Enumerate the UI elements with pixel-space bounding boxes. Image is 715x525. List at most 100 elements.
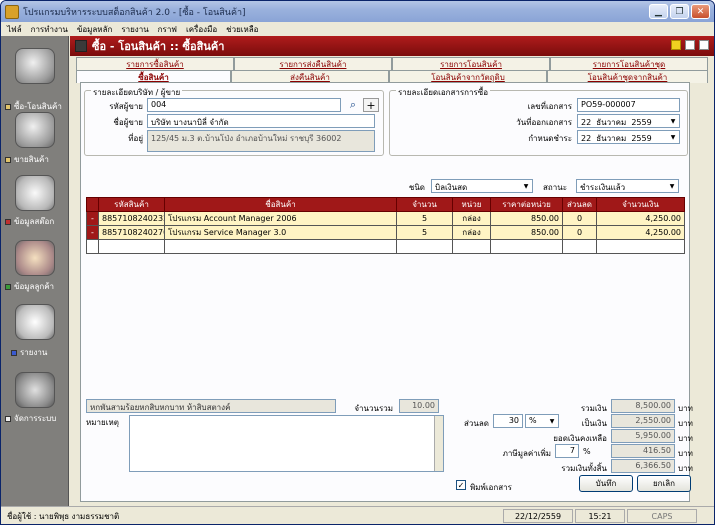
chevron-down-icon[interactable]: ▼ — [520, 180, 532, 192]
cell-amount[interactable]: 4,250.00 — [596, 225, 685, 240]
cell-price[interactable]: 850.00 — [490, 211, 563, 226]
note-label: หมายเหตุ — [86, 418, 119, 427]
print-document-checkbox[interactable]: ✓ — [456, 480, 466, 490]
app-icon — [5, 4, 19, 19]
supplier-code-label: รหัสผู้ขาย — [109, 102, 143, 111]
discount-unit-select[interactable]: % ▼ — [525, 414, 559, 428]
header-amount[interactable]: จำนวนเงิน — [596, 197, 685, 212]
header-code[interactable]: รหัสสินค้า — [98, 197, 165, 212]
table-header-row: รหัสสินค้า ชื่อสินค้า จำนวน หน่วย ราคาต่… — [86, 197, 685, 212]
search-icon[interactable]: ⌕ — [345, 98, 361, 112]
status-time: 15:21 — [575, 509, 625, 523]
menu-graph[interactable]: กราฟ — [158, 23, 177, 36]
cell-qty[interactable]: 5 — [396, 211, 453, 226]
close-button[interactable]: ✕ — [691, 4, 710, 19]
cell-empty[interactable] — [98, 239, 165, 254]
cell-unit[interactable]: กล่อง — [452, 225, 491, 240]
tab-transfer-list[interactable]: รายการโอนสินค้า — [392, 57, 550, 70]
table-row[interactable]: - 8857108240232 โปรแกรม Account Manager … — [86, 211, 685, 226]
header-name[interactable]: ชื่อสินค้า — [164, 197, 397, 212]
menu-file[interactable]: ไฟล์ — [7, 23, 22, 36]
cell-empty[interactable] — [396, 239, 453, 254]
menu-master-data[interactable]: ข้อมูลหลัก — [77, 23, 112, 36]
tab-purchase-list[interactable]: รายการซื้อสินค้า — [76, 57, 234, 70]
new-row[interactable]: + — [86, 239, 685, 254]
cell-empty[interactable] — [452, 239, 491, 254]
sidebar-label: ข้อมูลสต๊อก — [14, 217, 55, 226]
amount-in-words: หกพันสามร้อยหกสิบหกบาท ห้าสิบสตางค์ — [86, 399, 336, 413]
vat-label: ภาษีมูลค่าเพิ่ม — [502, 449, 551, 458]
vat-input[interactable]: 7 — [555, 444, 579, 458]
qty-total-field: 10.00 — [399, 399, 439, 413]
note-textarea[interactable] — [129, 415, 444, 472]
menu-help[interactable]: ช่วยเหลือ — [226, 23, 258, 36]
window-title: โปรแกรมบริหารระบบสต็อกสินค้า 2.0 - [ซื้อ… — [23, 7, 246, 18]
tab-set-transfer-list[interactable]: รายการโอนสินค้าชุด — [550, 57, 708, 70]
type-select[interactable]: บิลเงินสด ▼ — [431, 179, 533, 193]
status-select[interactable]: ชำระเงินแล้ว ▼ — [576, 179, 679, 193]
doc-no-input[interactable]: PO59-000007 — [577, 98, 680, 112]
app-window: โปรแกรมบริหารระบบสต็อกสินค้า 2.0 - [ซื้อ… — [0, 0, 715, 525]
sidebar-label: ข้อมูลลูกค้า — [14, 282, 55, 291]
menu-report[interactable]: รายงาน — [121, 23, 148, 36]
chevron-down-icon[interactable]: ▼ — [546, 415, 558, 427]
cell-price[interactable]: 850.00 — [490, 225, 563, 240]
cell-code[interactable]: 8857108240232 — [98, 211, 165, 226]
doc-date-label: วันที่ออกเอกสาร — [516, 118, 572, 127]
gears-icon — [15, 372, 55, 408]
items-table: รหัสสินค้า ชื่อสินค้า จำนวน หน่วย ราคาต่… — [86, 197, 685, 254]
menu-tools[interactable]: เครื่องมือ — [186, 23, 217, 36]
vat-percent-label: % — [583, 447, 591, 456]
add-row-button[interactable]: + — [86, 239, 99, 254]
add-supplier-button[interactable]: + — [363, 98, 379, 112]
customer-icon — [15, 240, 55, 276]
cell-name[interactable]: โปรแกรม Service Manager 3.0 — [164, 225, 397, 240]
form-header: ซื้อ - โอนสินค้า :: ซื้อสินค้า — [70, 36, 714, 56]
cell-qty[interactable]: 5 — [396, 225, 453, 240]
doc-date-picker[interactable]: 22 ธันวาคม 2559 ▼ — [577, 114, 680, 128]
menu-operation[interactable]: การทำงาน — [31, 23, 68, 36]
minimize-button[interactable]: ▁ — [649, 4, 668, 19]
note-icon[interactable] — [671, 40, 681, 50]
cell-name[interactable]: โปรแกรม Account Manager 2006 — [164, 211, 397, 226]
supplier-name-input[interactable]: บริษัท บางนาบิลี่ จำกัด — [147, 114, 375, 128]
supplier-address-label: ที่อยู่ — [128, 134, 143, 143]
date-month: ธันวาคม — [596, 118, 627, 127]
close-form-icon[interactable] — [699, 40, 709, 50]
cell-amount[interactable]: 4,250.00 — [596, 211, 685, 226]
supplier-code-input[interactable]: 004 — [147, 98, 341, 112]
cell-discount[interactable]: 0 — [562, 211, 597, 226]
remove-row-button[interactable]: - — [86, 225, 99, 240]
cancel-button[interactable]: ยกเลิก — [637, 475, 691, 492]
cell-empty[interactable] — [490, 239, 563, 254]
cell-empty[interactable] — [596, 239, 685, 254]
header-qty[interactable]: จำนวน — [396, 197, 453, 212]
cell-discount[interactable]: 0 — [562, 225, 597, 240]
restore-button[interactable]: ❐ — [670, 4, 689, 19]
status-bar: ชื่อผู้ใช้ : นายพิพุธ งามธรรมชาติ 22/12/… — [1, 506, 714, 524]
chevron-down-icon[interactable]: ▼ — [666, 180, 678, 192]
cell-empty[interactable] — [562, 239, 597, 254]
remove-row-button[interactable]: - — [86, 211, 99, 226]
cell-code[interactable]: 8857108240270 — [98, 225, 165, 240]
header-discount[interactable]: ส่วนลด — [562, 197, 597, 212]
chevron-down-icon[interactable]: ▼ — [667, 131, 679, 143]
table-row[interactable]: - 8857108240270 โปรแกรม Service Manager … — [86, 225, 685, 240]
status-user: ชื่อผู้ใช้ : นายพิพุธ งามธรรมชาติ — [7, 511, 120, 521]
header-unit[interactable]: หน่วย — [452, 197, 491, 212]
supplier-address-field[interactable]: 125/45 ม.3 ต.บ้านโป่ง อำเภอบ้านใหม่ ราชบ… — [147, 130, 375, 152]
tab-return-list[interactable]: รายการส่งคืนสินค้า — [234, 57, 392, 70]
vat-field: 416.50 — [611, 444, 675, 458]
scrollbar[interactable] — [434, 416, 443, 471]
cell-empty[interactable] — [164, 239, 397, 254]
header-price[interactable]: ราคาต่อหน่วย — [490, 197, 563, 212]
bullet-icon — [5, 156, 11, 163]
window-icon[interactable] — [685, 40, 695, 50]
due-date-picker[interactable]: 22 ธันวาคม 2559 ▼ — [577, 130, 680, 144]
qty-total-label: จำนวนรวม — [354, 404, 393, 413]
chevron-down-icon[interactable]: ▼ — [667, 115, 679, 127]
cell-unit[interactable]: กล่อง — [452, 211, 491, 226]
discount-input[interactable]: 30 — [493, 414, 523, 428]
bullet-icon — [5, 218, 11, 225]
save-button[interactable]: บันทึก — [579, 475, 633, 492]
